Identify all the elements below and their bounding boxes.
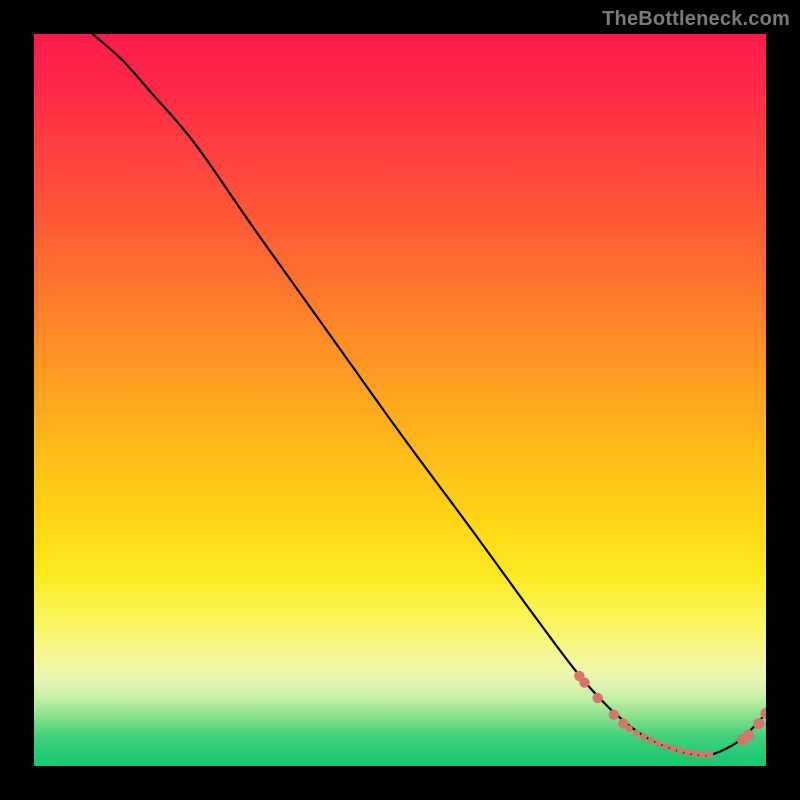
chart-frame: TheBottleneck.com <box>0 0 800 800</box>
highlight-dot <box>640 733 647 740</box>
highlight-dot <box>737 734 748 745</box>
chart-svg <box>34 34 766 766</box>
highlight-dot <box>592 693 602 703</box>
highlight-dot <box>684 748 691 755</box>
highlight-dot <box>574 671 584 681</box>
highlight-dot <box>699 751 706 758</box>
watermark-text: TheBottleneck.com <box>602 8 790 31</box>
highlight-dot <box>760 708 766 719</box>
highlight-dot <box>677 747 684 754</box>
highlight-dot <box>647 737 654 744</box>
highlight-dot <box>633 729 640 736</box>
highlight-dot <box>579 677 589 687</box>
highlight-dot <box>609 710 619 720</box>
chart-plot-area <box>34 34 766 766</box>
highlight-dot <box>706 751 713 758</box>
highlight-dot <box>618 718 628 728</box>
highlight-dot <box>691 750 698 757</box>
highlight-dot <box>743 730 754 741</box>
highlight-dot <box>753 718 764 729</box>
highlight-dots <box>574 671 766 758</box>
bottleneck-curve <box>93 34 766 755</box>
highlight-dot <box>655 740 662 747</box>
highlight-dot <box>669 745 676 752</box>
highlight-dot <box>626 725 633 732</box>
highlight-dot <box>662 743 669 750</box>
